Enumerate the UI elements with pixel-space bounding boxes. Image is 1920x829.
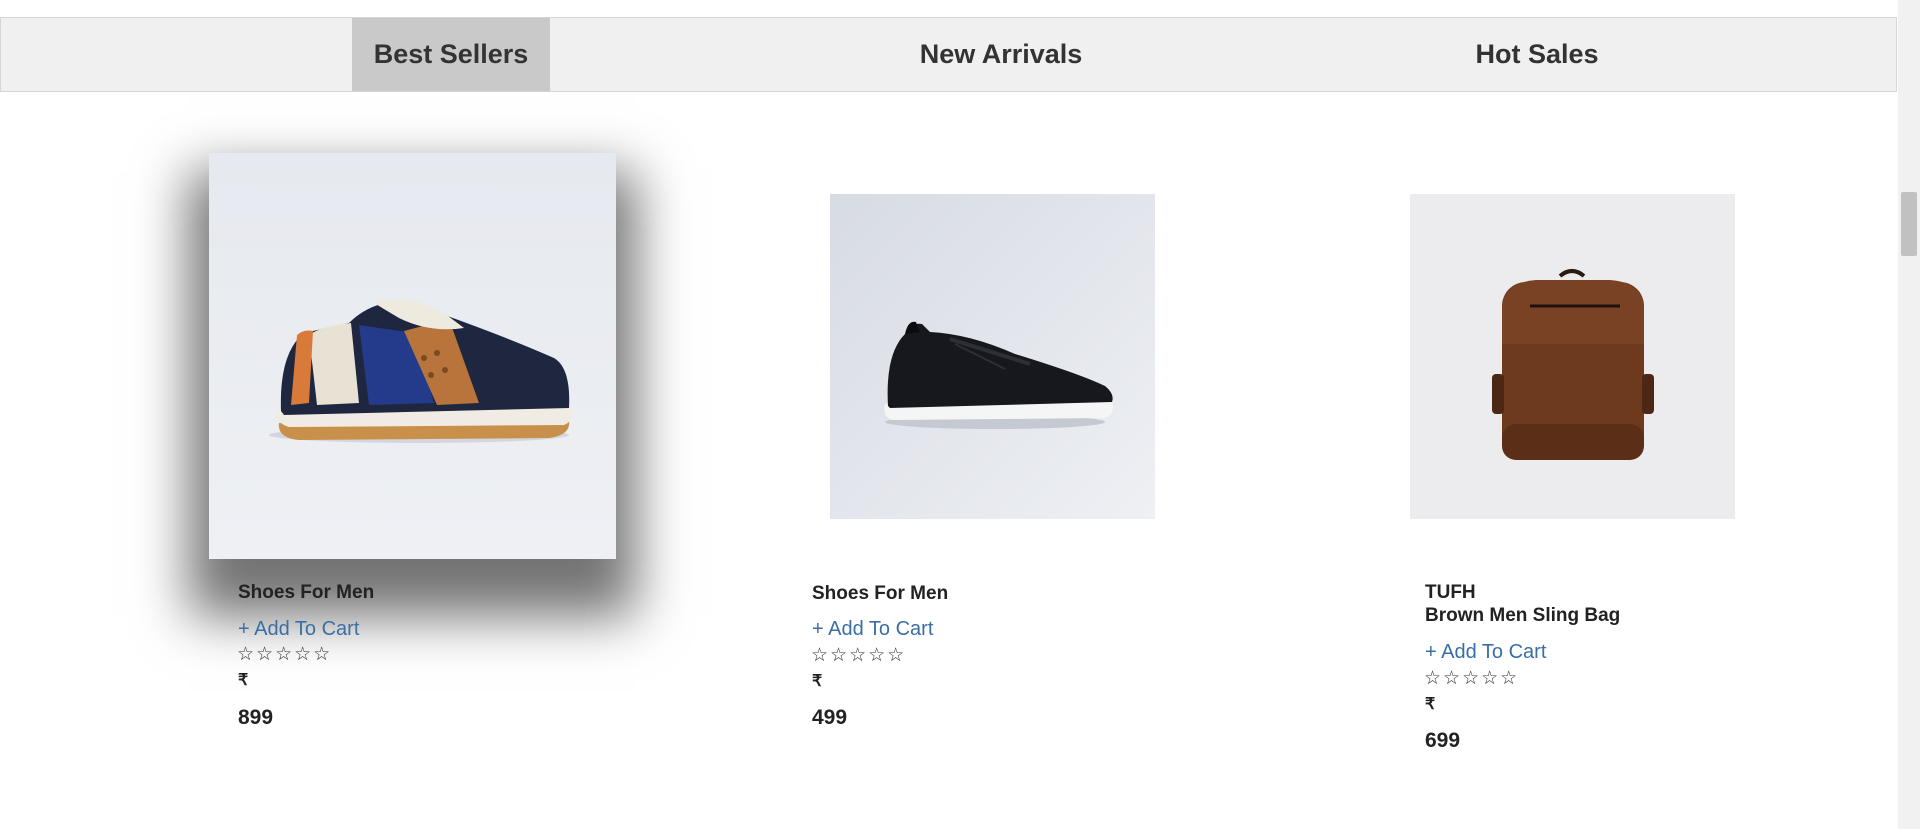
- product-title[interactable]: Shoes For Men: [812, 582, 948, 605]
- scrollbar-thumb[interactable]: [1901, 192, 1917, 256]
- add-to-cart-link[interactable]: + Add To Cart: [812, 618, 933, 641]
- currency-symbol: ₹: [1425, 696, 1436, 713]
- product-title[interactable]: TUFH Brown Men Sling Bag: [1425, 581, 1620, 627]
- rating-stars[interactable]: ☆☆☆☆☆: [237, 643, 332, 666]
- product-name: Shoes For Men: [238, 582, 375, 603]
- page: Best Sellers New Arrivals Hot Sales Shoe…: [0, 0, 1920, 829]
- product-image[interactable]: [209, 153, 616, 559]
- product-price: 499: [812, 706, 848, 729]
- product-name: Shoes For Men: [812, 583, 949, 604]
- product-brand: TUFH: [1425, 582, 1476, 603]
- vertical-scrollbar[interactable]: [1898, 0, 1920, 829]
- backpack-brown-icon: [1410, 194, 1735, 519]
- sneaker-black-icon: [830, 194, 1155, 519]
- add-to-cart-link[interactable]: + Add To Cart: [1425, 641, 1546, 664]
- add-to-cart-link[interactable]: + Add To Cart: [238, 618, 359, 641]
- currency-symbol: ₹: [238, 672, 249, 689]
- product-price: 699: [1425, 729, 1461, 752]
- rating-stars[interactable]: ☆☆☆☆☆: [1424, 667, 1519, 690]
- product-name: Brown Men Sling Bag: [1425, 605, 1621, 626]
- rating-stars[interactable]: ☆☆☆☆☆: [811, 644, 906, 667]
- tab-hot-sales[interactable]: Hot Sales: [1437, 18, 1637, 91]
- product-image[interactable]: [830, 194, 1155, 519]
- category-tab-bar: Best Sellers New Arrivals Hot Sales: [0, 17, 1897, 92]
- tab-new-arrivals[interactable]: New Arrivals: [881, 18, 1121, 91]
- tab-best-sellers[interactable]: Best Sellers: [352, 18, 550, 91]
- product-price: 899: [238, 706, 274, 729]
- currency-symbol: ₹: [812, 673, 823, 690]
- sneaker-navy-tan-icon: [209, 153, 616, 559]
- product-title[interactable]: Shoes For Men: [238, 581, 374, 604]
- product-image[interactable]: [1410, 194, 1735, 519]
